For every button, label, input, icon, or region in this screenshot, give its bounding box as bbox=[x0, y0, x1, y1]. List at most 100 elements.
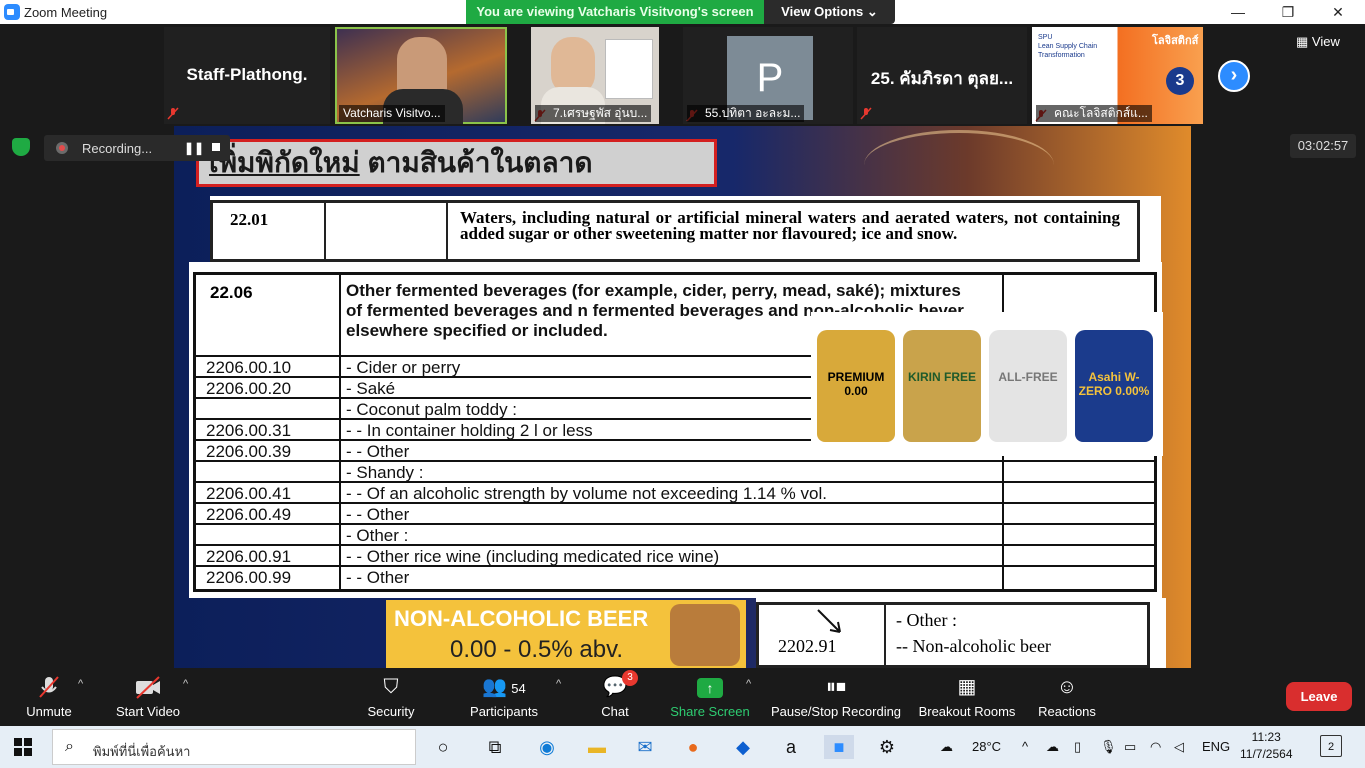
can-label: PREMIUM 0.00 bbox=[827, 370, 885, 398]
device-icon[interactable]: ▯ bbox=[1074, 739, 1081, 755]
chevron-down-icon: ⌄ bbox=[866, 4, 878, 19]
share-screen-button[interactable]: ↑ Share Screen bbox=[670, 674, 750, 719]
notification-center-icon[interactable]: 2 bbox=[1320, 735, 1342, 757]
row-code: 2206.00.91 bbox=[206, 547, 292, 566]
poster-image: โลจิสติกส์ bbox=[1152, 35, 1199, 47]
poster-image: SPU Lean Supply Chain Transformation bbox=[1038, 34, 1098, 59]
participant-tile[interactable]: SPU Lean Supply Chain Transformation โลจิส… bbox=[1032, 27, 1203, 124]
dropbox-icon[interactable]: ◆ bbox=[730, 735, 756, 759]
maximize-icon[interactable]: ❐ bbox=[1268, 2, 1308, 22]
smiley-plus-icon: ☺ bbox=[1056, 676, 1078, 698]
unmute-button[interactable]: Unmute bbox=[18, 674, 80, 719]
row-desc: - - Of an alcoholic strength by volume n… bbox=[346, 484, 827, 503]
tariff-description: -- Non-alcoholic beer bbox=[896, 636, 1051, 656]
weather-temperature[interactable]: 28°C bbox=[972, 739, 1001, 754]
zoom-taskbar-icon[interactable]: ■ bbox=[824, 735, 854, 759]
stop-recording-icon[interactable] bbox=[212, 143, 220, 151]
can-label: Asahi W-ZERO 0.00% bbox=[1078, 370, 1150, 398]
security-label: Security bbox=[367, 704, 415, 719]
beer-can: ALL-FREE bbox=[989, 330, 1067, 442]
participant-label: 7.เศรษฐพัส อุ่นบ... bbox=[535, 105, 652, 122]
onedrive-icon[interactable]: ☁ bbox=[1046, 739, 1059, 755]
tariff-heading-2201: 22.01 Waters, including natural or artif… bbox=[210, 196, 1161, 266]
participant-name: 25. คัมภิรดา ตุลย... bbox=[870, 69, 1014, 88]
edge-browser-icon[interactable]: ◉ bbox=[534, 735, 560, 759]
tariff-code: 22.01 bbox=[230, 210, 269, 229]
pause-recording-icon[interactable]: ❚❚ bbox=[184, 141, 204, 155]
participant-label: คณะโลจิสติกส์แ... bbox=[1036, 105, 1152, 122]
divider bbox=[324, 200, 326, 262]
settings-gear-icon[interactable]: ⚙ bbox=[874, 735, 900, 759]
task-view-icon[interactable]: ⧉ bbox=[482, 735, 508, 759]
table-row: 2206.00.99 - - Other bbox=[196, 567, 1154, 588]
view-options-button[interactable]: View Options ⌄ bbox=[764, 0, 895, 24]
security-shield-icon[interactable] bbox=[12, 138, 30, 156]
row-desc: - Coconut palm toddy : bbox=[346, 400, 518, 419]
file-explorer-icon[interactable]: ▬ bbox=[584, 735, 610, 759]
row-desc: - Shandy : bbox=[346, 463, 424, 482]
search-icon: ⌕ bbox=[65, 738, 74, 755]
mail-icon[interactable]: ✉ bbox=[632, 735, 658, 759]
row-desc: - Saké bbox=[346, 379, 396, 398]
arrow-icon bbox=[817, 609, 841, 633]
wifi-icon[interactable]: ◠ bbox=[1150, 739, 1161, 755]
next-page-button[interactable]: › bbox=[1218, 60, 1250, 92]
reactions-button[interactable]: ☺ Reactions bbox=[1036, 674, 1098, 719]
row-desc: - - Other bbox=[346, 568, 410, 587]
participant-tile[interactable]: P 55.ปทิตา อะละม... bbox=[683, 27, 853, 124]
gallery-strip: Staff-Plathong. Vatcharis Visitvo... 7.เ… bbox=[0, 24, 1365, 128]
participant-tile-active-speaker[interactable]: Vatcharis Visitvo... bbox=[335, 27, 507, 124]
row-code: 2206.00.20 bbox=[206, 379, 292, 398]
pause-stop-recording-button[interactable]: ⏸⏹ Pause/Stop Recording bbox=[770, 674, 902, 719]
beer-can: PREMIUM 0.00 bbox=[817, 330, 895, 442]
row-code: 2206.00.49 bbox=[206, 505, 292, 524]
share-options-chevron-icon[interactable]: ^ bbox=[746, 678, 751, 690]
taskbar-clock[interactable]: 11:23 11/7/2564 bbox=[1240, 729, 1293, 763]
microphone-icon[interactable]: 🎙 bbox=[1100, 739, 1117, 755]
tariff-description: Waters, including natural or artificial … bbox=[460, 208, 1120, 243]
close-icon[interactable]: ✕ bbox=[1318, 2, 1358, 22]
breakout-rooms-button[interactable]: ▦ Breakout Rooms bbox=[916, 674, 1018, 719]
chevron-up-icon[interactable]: ^ bbox=[1022, 739, 1028, 754]
beer-mug-image bbox=[670, 604, 740, 666]
tariff-code: 2202.91 bbox=[778, 636, 837, 656]
view-button[interactable]: ▦ View bbox=[1296, 34, 1340, 50]
chat-unread-badge: 3 bbox=[622, 670, 638, 686]
participant-tile[interactable]: 7.เศรษฐพัส อุ่นบ... bbox=[531, 27, 659, 124]
share-screen-icon: ↑ bbox=[670, 674, 750, 700]
audio-options-chevron-icon[interactable]: ^ bbox=[78, 678, 83, 690]
view-options-label: View Options bbox=[781, 4, 864, 19]
reactions-label: Reactions bbox=[1038, 704, 1096, 719]
row-desc: - Cider or perry bbox=[346, 358, 461, 377]
input-language[interactable]: ENG bbox=[1202, 739, 1230, 754]
beer-can: KIRIN FREE bbox=[903, 330, 981, 442]
slide-title: เพิ่มพิกัดใหม่ ตามสินค้าในตลาด bbox=[196, 139, 717, 187]
participant-tile[interactable]: Staff-Plathong. bbox=[164, 27, 330, 124]
cortana-icon[interactable]: ○ bbox=[430, 735, 456, 759]
tariff-description: - Other : bbox=[896, 610, 957, 630]
taskbar-search-box[interactable]: ⌕ พิมพ์ที่นี่เพื่อค้นหา bbox=[52, 729, 416, 765]
firefox-icon[interactable]: ● bbox=[680, 735, 706, 759]
amazon-icon[interactable]: a bbox=[778, 735, 804, 759]
leave-button[interactable]: Leave bbox=[1286, 682, 1352, 711]
minimize-icon[interactable]: — bbox=[1218, 2, 1258, 22]
windows-start-icon[interactable] bbox=[14, 738, 32, 756]
start-video-button[interactable]: Start Video bbox=[112, 674, 184, 719]
battery-icon[interactable]: ▭ bbox=[1124, 739, 1136, 755]
participant-label: Vatcharis Visitvo... bbox=[339, 105, 445, 122]
divider bbox=[884, 602, 886, 668]
volume-icon[interactable]: ◁ bbox=[1174, 739, 1184, 755]
participant-tile[interactable]: 25. คัมภิรดา ตุลย... bbox=[857, 27, 1027, 124]
satellite-dish-graphic bbox=[864, 130, 1054, 200]
participants-button[interactable]: 👥 54 Participants bbox=[464, 674, 544, 719]
security-button[interactable]: ⛉ Security bbox=[360, 674, 422, 719]
weather-cloud-icon: ☁ bbox=[940, 739, 953, 754]
shield-icon: ⛉ bbox=[383, 676, 399, 698]
breakout-rooms-icon: ▦ bbox=[957, 676, 977, 698]
grid-icon: ▦ bbox=[1296, 34, 1309, 49]
participants-options-chevron-icon[interactable]: ^ bbox=[556, 678, 561, 690]
view-button-label: View bbox=[1311, 34, 1340, 49]
tariff-2202: 2202.91 - Other : -- Non-alcoholic beer bbox=[756, 598, 1166, 668]
video-options-chevron-icon[interactable]: ^ bbox=[183, 678, 188, 690]
zoom-app-icon bbox=[4, 4, 20, 20]
